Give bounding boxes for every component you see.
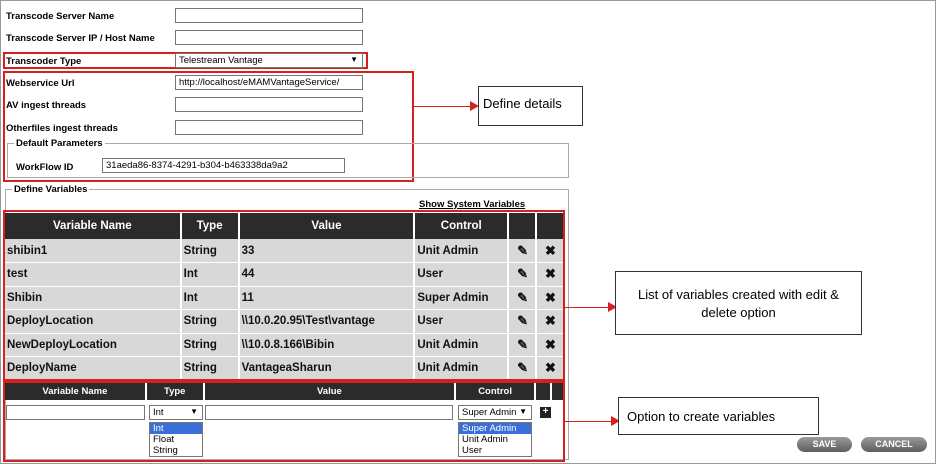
arrow-define-details <box>414 106 472 107</box>
note-variables-list: List of variables created with edit & de… <box>615 271 862 335</box>
define-variables-legend: Define Variables <box>14 184 88 195</box>
transcode-server-name-label: Transcode Server Name <box>6 11 115 22</box>
av-ingest-input[interactable] <box>175 97 363 112</box>
transcode-server-ip-label: Transcode Server IP / Host Name <box>6 33 155 44</box>
create-variables-highlight <box>3 381 565 462</box>
transcode-server-name-input[interactable] <box>175 8 363 23</box>
show-system-variables-link[interactable]: Show System Variables <box>419 199 525 210</box>
other-ingest-label: Otherfiles ingest threads <box>6 123 118 134</box>
cancel-button[interactable]: CANCEL <box>861 437 927 452</box>
arrow-variables-list <box>565 307 612 308</box>
transcoder-type-value: Telestream Vantage <box>179 55 263 66</box>
webservice-url-label: Webservice Url <box>6 78 75 89</box>
transcoder-type-label: Transcoder Type <box>6 56 82 67</box>
transcode-server-ip-input[interactable] <box>175 30 363 45</box>
variables-list-highlight <box>3 210 565 381</box>
note-create-variables: Option to create variables <box>618 397 819 435</box>
page: Transcode Server Name Transcode Server I… <box>0 0 936 464</box>
default-parameters-legend: Default Parameters <box>16 138 103 149</box>
transcoder-type-select[interactable]: Telestream Vantage ▼ <box>175 53 363 68</box>
save-button[interactable]: SAVE <box>797 437 852 452</box>
note-define-details: Define details <box>478 86 583 126</box>
workflow-id-label: WorkFlow ID <box>16 162 74 173</box>
workflow-id-input[interactable]: 31aeda86-8374-4291-b304-b463338da9a2 <box>102 158 345 173</box>
webservice-url-input[interactable]: http://localhost/eMAMVantageService/ <box>175 75 363 90</box>
arrow-create-variables <box>565 421 615 422</box>
chevron-down-icon: ▼ <box>350 55 358 64</box>
other-ingest-input[interactable] <box>175 120 363 135</box>
av-ingest-label: AV ingest threads <box>6 100 87 111</box>
